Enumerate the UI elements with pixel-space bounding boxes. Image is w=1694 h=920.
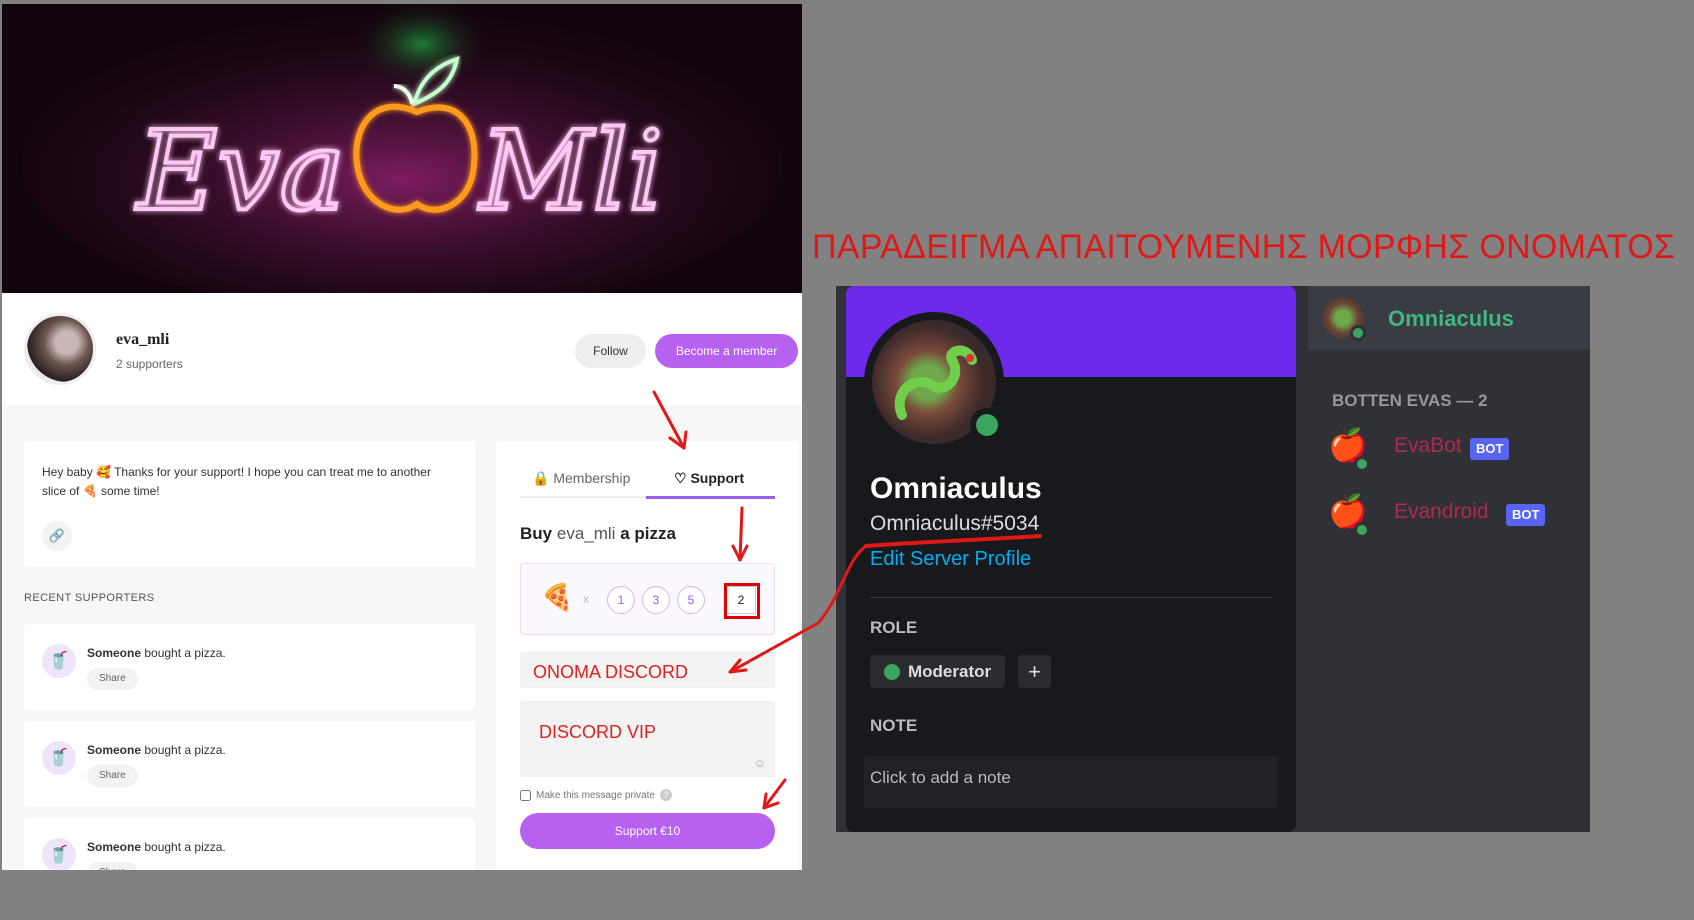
share-button[interactable]: Share [87, 668, 138, 690]
note-input[interactable]: Click to add a note [864, 756, 1278, 808]
qty-1-button[interactable]: 1 [607, 586, 635, 614]
lock-icon: 🔒 [532, 470, 550, 486]
online-status-icon [1350, 325, 1366, 341]
link-icon[interactable]: 🔗 [42, 521, 72, 551]
tab-membership[interactable]: 🔒 Membership [532, 463, 630, 498]
discord-screenshot: Omniaculus Omniaculus#5034 Edit Server P… [836, 286, 1590, 832]
bot-badge: BOT [1470, 438, 1510, 460]
add-role-button[interactable]: + [1018, 655, 1051, 688]
times-sign: x [583, 592, 589, 606]
qty-5-button[interactable]: 5 [677, 586, 705, 614]
edit-server-profile-link[interactable]: Edit Server Profile [870, 548, 1031, 571]
neon-sign-image: Eva Mli [2, 4, 802, 293]
member-list: Omniaculus BOTTEN EVAS — 2 🍎 EvaBot BOT … [1308, 286, 1590, 832]
help-icon[interactable]: ? [659, 789, 672, 801]
supporter-line: Someone bought a pizza. [87, 840, 226, 854]
message-field[interactable]: DISCORD VIP ☺ [520, 701, 775, 777]
active-tab-indicator [646, 496, 775, 499]
coffee-cup-icon: 🥤 [42, 838, 76, 870]
member-name: Omniaculus [1388, 306, 1514, 331]
share-button[interactable]: Share [87, 862, 138, 870]
divider [870, 597, 1273, 598]
online-status-icon [1354, 522, 1370, 538]
member-group-title: BOTTEN EVAS — 2 [1332, 391, 1488, 410]
thanks-card: Hey baby 🥰 Thanks for your support! I ho… [24, 441, 475, 567]
supporter-card: 🥤 Someone bought a pizza. Share [24, 721, 475, 807]
supporter-line: Someone bought a pizza. [87, 646, 226, 660]
online-status-icon [1354, 456, 1370, 472]
private-message-option[interactable]: Make this message private? [520, 789, 672, 801]
supporter-line: Someone bought a pizza. [87, 743, 226, 757]
support-tabs: 🔒 Membership ♡ Support [520, 463, 775, 499]
role-moderator[interactable]: Moderator [870, 655, 1006, 688]
tab-support[interactable]: ♡ Support [674, 463, 744, 498]
qty-3-button[interactable]: 3 [642, 586, 670, 614]
become-member-button[interactable]: Become a member [655, 334, 798, 368]
discord-profile-card: Omniaculus Omniaculus#5034 Edit Server P… [846, 286, 1296, 832]
svg-text:Mli: Mli [478, 107, 663, 235]
supporter-card: 🥤 Someone bought a pizza. Share [24, 624, 475, 710]
name-field[interactable]: ONOMA DISCORD [520, 652, 775, 688]
profile-bar: eva_mli 2 supporters Follow Become a mem… [2, 293, 802, 405]
thanks-message: Hey baby 🥰 Thanks for your support! I ho… [42, 465, 431, 498]
private-checkbox[interactable] [520, 789, 531, 801]
buy-title: Buy eva_mli a pizza [520, 524, 676, 543]
note-title: NOTE [870, 716, 918, 735]
message-field-value: DISCORD VIP [539, 722, 657, 742]
supporter-card: 🥤 Someone bought a pizza. Share [24, 818, 475, 870]
name-field-value: ONOMA DISCORD [533, 662, 689, 682]
quantity-selector: 🍕 x 1 3 5 2 [520, 563, 775, 635]
bot-name-evabot[interactable]: EvaBot [1394, 434, 1462, 458]
online-status-icon [970, 408, 1004, 442]
bmc-page-screenshot: Eva Mli eva_mli 2 supporters Follow Beco… [2, 4, 802, 870]
creator-name[interactable]: eva_mli [116, 331, 169, 349]
role-title: ROLE [870, 618, 918, 637]
member-item-omniaculus[interactable]: Omniaculus [1308, 286, 1590, 350]
follow-button[interactable]: Follow [575, 334, 646, 368]
bot-name-evandroid[interactable]: Evandroid [1394, 500, 1489, 524]
recent-supporters-title: RECENT SUPPORTERS [24, 592, 155, 604]
neon-banner: Eva Mli [2, 4, 802, 293]
share-button[interactable]: Share [87, 765, 138, 787]
svg-text:Eva: Eva [135, 107, 345, 235]
support-submit-button[interactable]: Support €10 [520, 813, 775, 849]
emoji-icon[interactable]: ☺ [754, 756, 766, 770]
user-tag: Omniaculus#5034 [870, 512, 1040, 535]
instruction-heading: ΠΑΡΑΔΕΙΓΜΑ ΑΠΑΙΤΟΥΜΕΝΗΣ ΜΟΡΦΗΣ ΟΝΟΜΑΤΟΣ [812, 228, 1676, 266]
heart-icon: ♡ [674, 470, 687, 486]
role-color-dot [884, 664, 900, 680]
display-name: Omniaculus [870, 472, 1042, 505]
creator-avatar[interactable] [24, 313, 96, 385]
coffee-cup-icon: 🥤 [42, 644, 76, 678]
supporters-count: 2 supporters [116, 357, 183, 371]
bot-badge: BOT [1506, 504, 1546, 526]
annotation-box [724, 583, 760, 619]
support-panel: 🔒 Membership ♡ Support Buy eva_mli a piz… [496, 441, 799, 870]
coffee-cup-icon: 🥤 [42, 741, 76, 775]
pizza-icon: 🍕 [541, 582, 574, 612]
